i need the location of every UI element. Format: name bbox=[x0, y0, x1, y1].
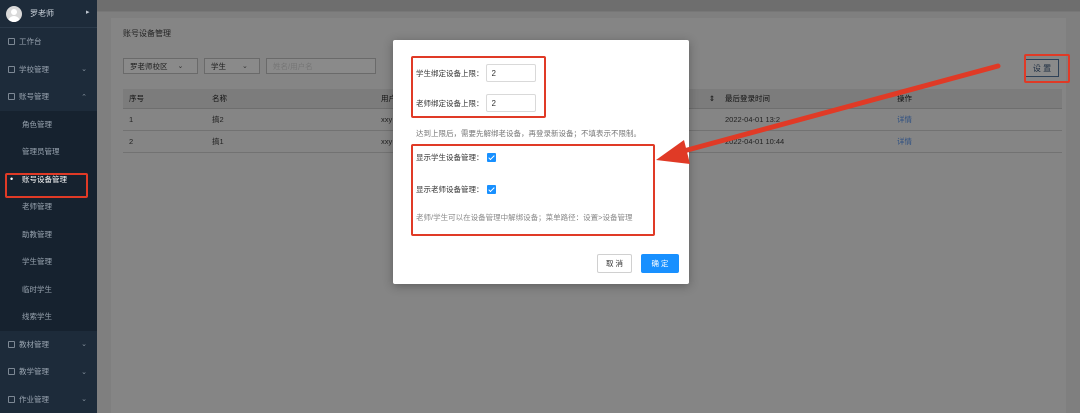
sidebar-menu: 工作台 学校管理 ⌄ 账号管理 ⌃ 角色管理 管理员管理 • 账号设备管理 老师管理 助教管理 学生管… bbox=[0, 28, 97, 413]
column-header: 序号 bbox=[123, 89, 206, 109]
campus-select[interactable]: 罗老师校区 ⌄ bbox=[123, 58, 198, 74]
user-profile[interactable]: 罗老师 ▸ bbox=[0, 0, 97, 28]
detail-link[interactable]: 详情 bbox=[897, 137, 912, 146]
sidebar-item[interactable]: 线索学生 bbox=[0, 303, 97, 331]
sidebar-item[interactable]: 工作台 bbox=[0, 28, 97, 56]
role-select-value: 学生 bbox=[211, 61, 226, 71]
menu-icon bbox=[8, 368, 15, 376]
sidebar-item-label: 学校管理 bbox=[19, 64, 49, 74]
sidebar-item-label: 老师管理 bbox=[22, 202, 52, 212]
sidebar-item[interactable]: 助教管理 bbox=[0, 220, 97, 248]
limit-note: 达到上限后，需要先解绑老设备，再登录新设备；不填表示不限制。 bbox=[416, 129, 641, 138]
chevron-icon: ⌄ bbox=[81, 368, 87, 376]
sidebar-item[interactable]: 角色管理 bbox=[0, 110, 97, 138]
annotation-highlight-settings bbox=[1024, 54, 1070, 83]
sidebar-item[interactable]: 临时学生 bbox=[0, 275, 97, 303]
avatar bbox=[6, 5, 22, 22]
cell-index: 2 bbox=[123, 130, 206, 153]
menu-icon bbox=[8, 93, 15, 101]
annotation-highlight-menu bbox=[5, 173, 88, 198]
cell-name: 搞2 bbox=[206, 108, 375, 131]
sidebar-item[interactable]: 管理员管理 bbox=[0, 138, 97, 166]
sidebar-item[interactable]: 教学管理 ⌄ bbox=[0, 358, 97, 386]
sidebar-item-label: 作业管理 bbox=[19, 394, 49, 404]
sidebar: 罗老师 ▸ 工作台 学校管理 ⌄ 账号管理 ⌃ 角色管理 管理员管理 • 账号设备管理 老师管理助… bbox=[0, 0, 97, 413]
cell-index: 1 bbox=[123, 108, 206, 131]
cancel-button[interactable]: 取 消 bbox=[597, 254, 632, 273]
sidebar-item-label: 工作台 bbox=[19, 37, 42, 47]
filter-row: 罗老师校区 ⌄ 学生 ⌄ bbox=[123, 58, 376, 74]
sidebar-item[interactable]: 作业管理 ⌄ bbox=[0, 386, 97, 413]
sidebar-item-label: 教材管理 bbox=[19, 339, 49, 349]
sidebar-item-label: 角色管理 bbox=[22, 119, 52, 129]
chevron-icon: ⌃ bbox=[81, 93, 87, 101]
menu-icon bbox=[8, 340, 15, 348]
chevron-icon: ⌄ bbox=[81, 396, 87, 404]
sidebar-item-label: 助教管理 bbox=[22, 229, 52, 239]
cell-last-login: 2022-04-01 13:2 bbox=[719, 108, 891, 131]
sidebar-item-label: 临时学生 bbox=[22, 284, 52, 294]
menu-icon bbox=[8, 65, 15, 73]
sidebar-item[interactable]: 学生管理 bbox=[0, 248, 97, 276]
menu-icon bbox=[8, 38, 15, 46]
column-header: 名称 bbox=[206, 89, 375, 109]
role-select[interactable]: 学生 ⌄ bbox=[204, 58, 260, 74]
campus-select-value: 罗老师校区 bbox=[130, 61, 168, 71]
menu-icon bbox=[8, 395, 15, 403]
confirm-button[interactable]: 确 定 bbox=[641, 254, 679, 273]
column-header: 操作 bbox=[891, 89, 1062, 109]
sidebar-item-label: 学生管理 bbox=[22, 257, 52, 267]
sidebar-item[interactable]: 账号管理 ⌃ bbox=[0, 83, 97, 111]
chevron-icon: ⌄ bbox=[81, 66, 87, 74]
chevron-icon: ⌄ bbox=[81, 341, 87, 349]
top-bar bbox=[97, 0, 1080, 12]
detail-link[interactable]: 详情 bbox=[897, 115, 912, 124]
cell-last-login: 2022-04-01 10:44 bbox=[719, 130, 891, 153]
sidebar-item[interactable]: 教材管理 ⌄ bbox=[0, 331, 97, 359]
search-input[interactable] bbox=[266, 58, 376, 74]
page-title: 账号设备管理 bbox=[123, 29, 171, 38]
sidebar-item-label: 管理员管理 bbox=[22, 147, 60, 157]
chevron-down-icon: ⌄ bbox=[242, 63, 248, 70]
sidebar-item-label: 教学管理 bbox=[19, 367, 49, 377]
sidebar-item-label: 线索学生 bbox=[22, 312, 52, 322]
cell-name: 搞1 bbox=[206, 130, 375, 153]
annotation-highlight-display bbox=[411, 144, 655, 236]
chevron-down-icon: ⌄ bbox=[177, 63, 184, 70]
annotation-highlight-limits bbox=[411, 56, 546, 118]
settings-modal: 学生绑定设备上限： 老师绑定设备上限： 达到上限后，需要先解绑老设备，再登录新设… bbox=[393, 40, 689, 284]
sidebar-item-label: 账号管理 bbox=[19, 92, 49, 102]
sidebar-item[interactable]: 学校管理 ⌄ bbox=[0, 56, 97, 84]
caret-right-icon[interactable]: ▸ bbox=[86, 8, 90, 16]
user-name: 罗老师 bbox=[30, 9, 54, 18]
column-header: 最后登录时间 bbox=[719, 89, 891, 109]
